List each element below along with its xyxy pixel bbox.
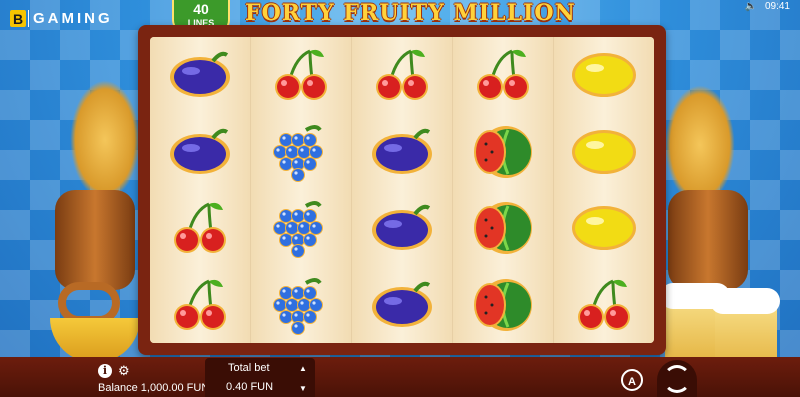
beer-foam-right <box>710 288 780 314</box>
grapes-icon <box>261 117 341 187</box>
cherry-icon <box>160 193 240 263</box>
reel-column <box>150 37 251 343</box>
game-title: FORTY FRUITY MILLION <box>245 0 576 26</box>
cherry-icon <box>362 40 442 110</box>
wheat-right <box>665 85 735 205</box>
reel-column <box>554 37 654 343</box>
grapes-icon <box>261 193 341 263</box>
gear-icon[interactable]: ⚙ <box>118 363 130 379</box>
total-bet-value: 0.40 FUN <box>226 381 274 393</box>
cherry-icon <box>564 270 644 340</box>
logo-b: B <box>10 10 26 27</box>
cherry-icon <box>261 40 341 110</box>
plum-icon <box>160 40 240 110</box>
status-bar: 🔈 09:41 <box>745 0 790 12</box>
plum-icon <box>362 193 442 263</box>
lemon-icon <box>564 117 644 187</box>
plum-icon <box>362 117 442 187</box>
lines-count: 40 <box>193 1 209 17</box>
watermelon-icon <box>463 117 543 187</box>
barrel-right <box>668 190 748 290</box>
balance: Balance 1,000.00 FUN <box>98 382 210 394</box>
reel-column <box>352 37 453 343</box>
bet-increase-icon[interactable]: ▲ <box>299 364 307 373</box>
cherry-icon <box>160 270 240 340</box>
cherry-icon <box>463 40 543 110</box>
lemon-icon <box>564 40 644 110</box>
reel-column <box>251 37 352 343</box>
speaker-icon[interactable]: 🔈 <box>745 1 757 12</box>
wheat-left <box>70 80 140 200</box>
lemon-icon <box>564 193 644 263</box>
barrel-left <box>55 190 135 290</box>
reels-grid <box>150 37 654 343</box>
grapes-icon <box>261 270 341 340</box>
info-icon[interactable]: i <box>98 364 112 378</box>
logo-text: GAMING <box>28 10 113 27</box>
reel-column <box>453 37 554 343</box>
bet-decrease-icon[interactable]: ▼ <box>299 384 307 393</box>
watermelon-icon <box>463 270 543 340</box>
plum-icon <box>362 270 442 340</box>
total-bet-label: Total bet <box>228 362 270 374</box>
spin-icon[interactable] <box>663 365 691 393</box>
clock: 09:41 <box>764 0 790 12</box>
watermelon-icon <box>463 193 543 263</box>
plum-icon <box>160 117 240 187</box>
bgaming-logo: B GAMING <box>10 10 113 27</box>
autoplay-button[interactable]: A <box>621 369 643 391</box>
